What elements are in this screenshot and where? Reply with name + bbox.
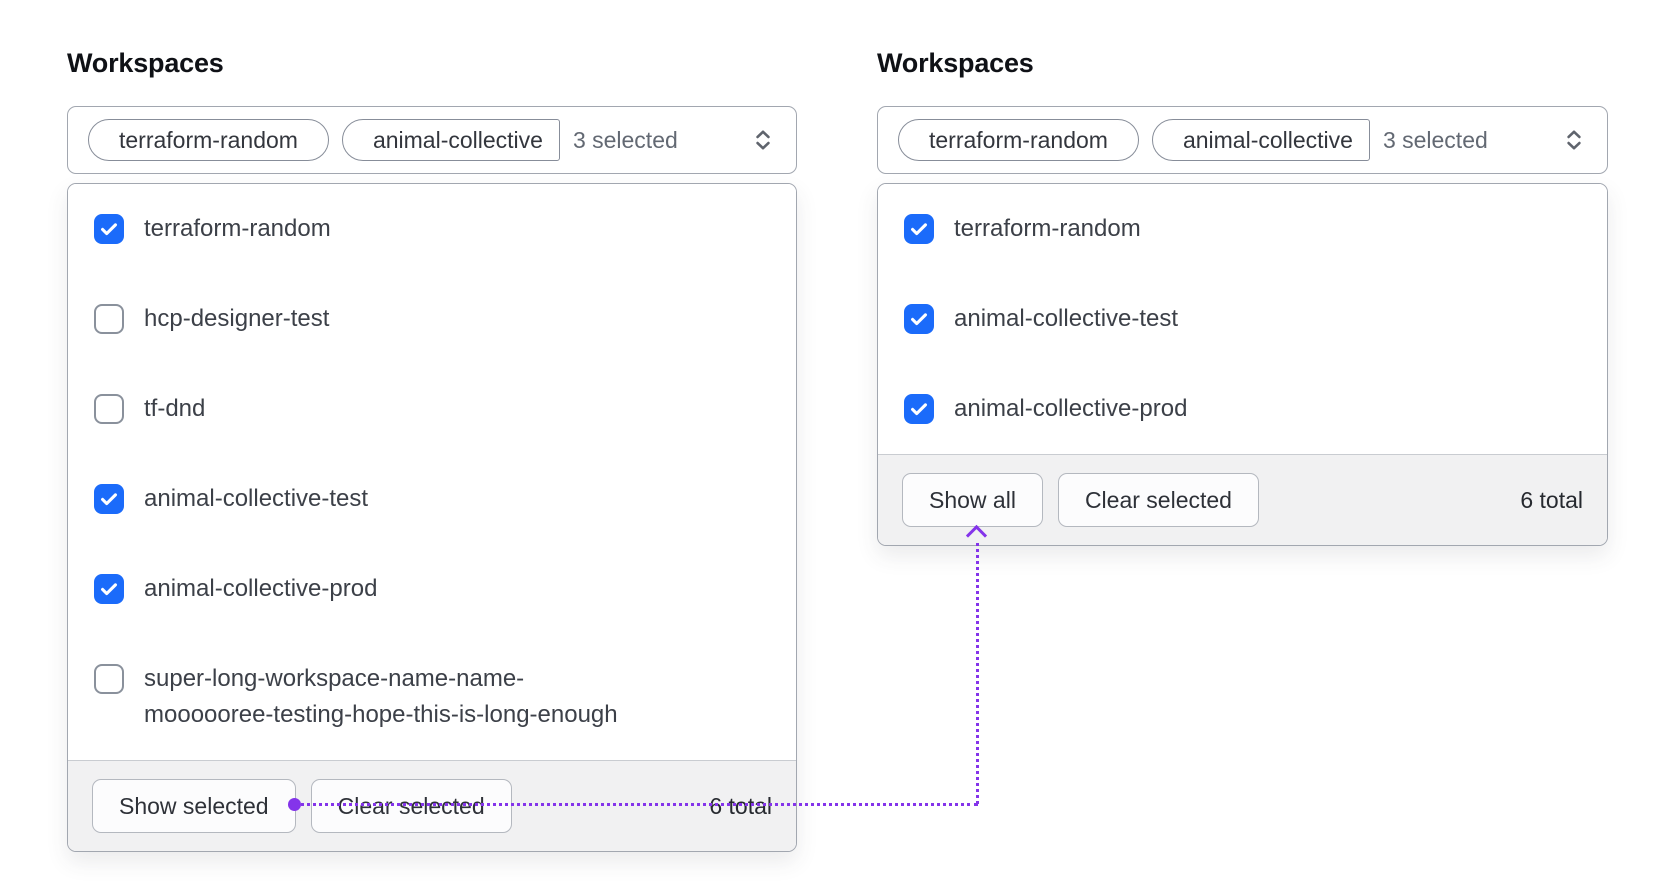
checkbox-checked[interactable]	[904, 304, 934, 334]
option-label: tf-dnd	[144, 395, 206, 422]
page-title: Workspaces	[67, 48, 224, 78]
checkbox-unchecked[interactable]	[94, 664, 124, 694]
option-label: super-long-workspace-name-name- mooooore…	[144, 665, 618, 728]
check-icon	[101, 583, 117, 596]
option-label: terraform-random	[954, 215, 1141, 242]
show-all-button[interactable]: Show all	[902, 473, 1043, 527]
selected-count-label: 3 selected	[1382, 126, 1488, 153]
total-count: 6 total	[1520, 486, 1583, 513]
selected-tag-truncated[interactable]: animal-collective	[1151, 119, 1370, 161]
checkbox-unchecked[interactable]	[94, 394, 124, 424]
option-label: hcp-designer-test	[144, 305, 330, 332]
checkbox-checked[interactable]	[94, 214, 124, 244]
workspaces-filter-left: Workspaces terraform-random animal-colle…	[67, 46, 797, 852]
workspaces-filter-right: Workspaces terraform-random animal-colle…	[877, 46, 1608, 546]
option-row[interactable]: animal-collective-prod	[68, 544, 796, 634]
checkbox-unchecked[interactable]	[94, 304, 124, 334]
selected-tag-truncated[interactable]: animal-collective	[341, 119, 560, 161]
checkbox-checked[interactable]	[94, 574, 124, 604]
option-row[interactable]: terraform-random	[878, 184, 1607, 274]
option-row[interactable]: super-long-workspace-name-name- mooooore…	[68, 634, 796, 760]
dropdown-footer: Show selected Clear selected 6 total	[68, 760, 796, 851]
annotation-line-vertical	[976, 543, 979, 804]
option-label: terraform-random	[144, 215, 331, 242]
option-row[interactable]: animal-collective-prod	[878, 364, 1607, 454]
option-row[interactable]: animal-collective-test	[68, 454, 796, 544]
chevrons-up-down-icon	[1561, 127, 1587, 153]
option-row[interactable]: animal-collective-test	[878, 274, 1607, 364]
option-label: animal-collective-prod	[954, 395, 1188, 422]
selected-count-label: 3 selected	[572, 126, 678, 153]
selected-tag[interactable]: terraform-random	[88, 119, 329, 161]
checkbox-checked[interactable]	[904, 214, 934, 244]
option-row[interactable]: hcp-designer-test	[68, 274, 796, 364]
page-title: Workspaces	[877, 48, 1034, 78]
clear-selected-button[interactable]: Clear selected	[1057, 473, 1259, 527]
workspaces-multiselect-trigger[interactable]: terraform-random animal-collective 3 sel…	[67, 106, 797, 174]
check-icon	[911, 313, 927, 326]
total-count: 6 total	[709, 792, 772, 819]
option-row[interactable]: tf-dnd	[68, 364, 796, 454]
option-row[interactable]: terraform-random	[68, 184, 796, 274]
checkbox-checked[interactable]	[904, 394, 934, 424]
option-label: animal-collective-test	[954, 305, 1179, 332]
check-icon	[101, 493, 117, 506]
check-icon	[911, 223, 927, 236]
clear-selected-button[interactable]: Clear selected	[310, 779, 512, 833]
workspaces-dropdown: terraform-random hcp-designer-test tf-dn…	[67, 183, 797, 852]
selected-tag[interactable]: terraform-random	[898, 119, 1139, 161]
option-label: animal-collective-prod	[144, 575, 378, 602]
workspaces-dropdown: terraform-random animal-collective-test …	[877, 183, 1608, 546]
workspaces-multiselect-trigger[interactable]: terraform-random animal-collective 3 sel…	[877, 106, 1608, 174]
check-icon	[101, 223, 117, 236]
chevrons-up-down-icon	[750, 127, 776, 153]
check-icon	[911, 403, 927, 416]
checkbox-checked[interactable]	[94, 484, 124, 514]
show-selected-button[interactable]: Show selected	[92, 779, 296, 833]
option-label: animal-collective-test	[144, 485, 369, 512]
dropdown-footer: Show all Clear selected 6 total	[878, 454, 1607, 545]
